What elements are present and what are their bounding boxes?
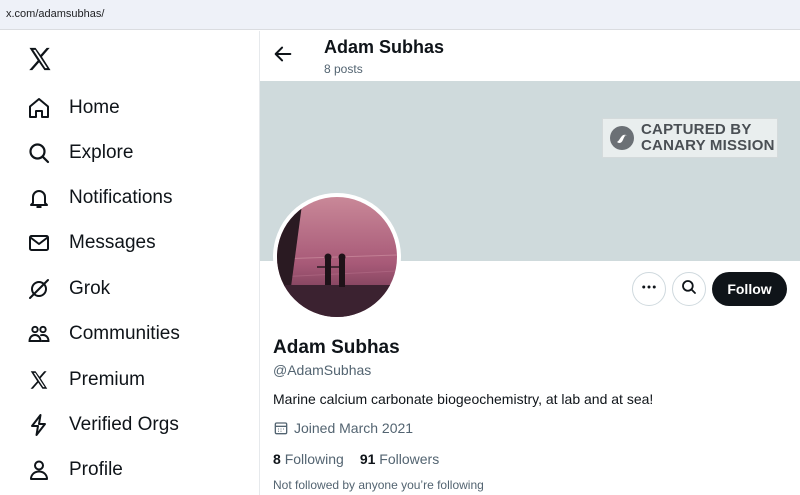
- sidebar-item-label: Messages: [69, 232, 156, 253]
- more-options-button[interactable]: [632, 272, 666, 306]
- communities-icon: [24, 319, 54, 349]
- search-profile-button[interactable]: [672, 272, 706, 306]
- sidebar-item-label: Verified Orgs: [69, 414, 179, 435]
- sidebar-item-communities[interactable]: Communities: [24, 314, 180, 354]
- grok-icon: [24, 274, 54, 304]
- envelope-icon: [24, 228, 54, 258]
- sidebar-item-profile[interactable]: Profile: [24, 450, 123, 490]
- sidebar-item-label: Profile: [69, 459, 123, 480]
- profile-display-name: Adam Subhas: [273, 337, 400, 358]
- sidebar-item-label: Grok: [69, 278, 111, 299]
- header-display-name: Adam Subhas: [324, 37, 445, 57]
- followers-link[interactable]: 91 Followers: [360, 451, 439, 467]
- sidebar-item-verified-orgs[interactable]: Verified Orgs: [24, 405, 179, 445]
- following-label: Following: [284, 451, 344, 467]
- watermark-badge: CAPTURED BY CANARY MISSION: [602, 118, 778, 158]
- watermark-line-1: CAPTURED BY: [641, 121, 752, 138]
- search-icon: [24, 138, 54, 168]
- following-count: 8: [273, 451, 281, 467]
- sidebar-item-label: Explore: [69, 142, 134, 163]
- follow-button[interactable]: Follow: [712, 272, 787, 306]
- following-link[interactable]: 8 Following: [273, 451, 344, 467]
- sidebar-item-label: Notifications: [69, 187, 173, 208]
- mutual-followers-note: Not followed by anyone you’re following: [273, 478, 484, 492]
- url-text[interactable]: x.com/adamsubhas/: [6, 8, 104, 20]
- x-premium-icon: [24, 365, 54, 395]
- calendar-icon: [273, 420, 289, 436]
- sidebar-item-label: Home: [69, 97, 120, 118]
- home-icon: [24, 93, 54, 123]
- ellipsis-icon: [640, 278, 658, 301]
- sidebar-item-notifications[interactable]: Notifications: [24, 178, 173, 218]
- followers-count: 91: [359, 451, 376, 467]
- lightning-icon: [24, 410, 54, 440]
- person-icon: [24, 455, 54, 485]
- sidebar-item-explore[interactable]: Explore: [24, 133, 133, 173]
- back-arrow-icon[interactable]: [272, 43, 296, 67]
- sidebar-item-label: Communities: [69, 323, 180, 344]
- watermark-line-2: CANARY MISSION: [641, 137, 775, 154]
- profile-handle: @AdamSubhas: [273, 362, 372, 378]
- x-logo-icon[interactable]: [26, 45, 54, 73]
- sidebar-item-home[interactable]: Home: [24, 88, 120, 128]
- profile-header: Adam Subhas 8 posts: [260, 31, 800, 81]
- sidebar-item-grok[interactable]: Grok: [24, 269, 110, 309]
- header-post-count: 8 posts: [324, 62, 363, 76]
- bell-icon: [24, 183, 54, 213]
- join-date: Joined March 2021: [273, 420, 413, 436]
- sidebar-item-messages[interactable]: Messages: [24, 223, 156, 263]
- bird-logo-icon: [609, 125, 635, 151]
- join-date-text: Joined March 2021: [294, 420, 414, 436]
- sidebar-item-premium[interactable]: Premium: [24, 360, 145, 400]
- followers-label: Followers: [379, 451, 440, 467]
- profile-column: Adam Subhas 8 posts CAPTURED BY CANARY M…: [260, 31, 800, 495]
- profile-bio: Marine calcium carbonate biogeochemistry…: [273, 391, 654, 407]
- follow-stats: 8 Following 91 Followers: [273, 451, 455, 467]
- sidebar: Home Explore Notifications Messages Grok…: [0, 31, 259, 495]
- browser-address-bar[interactable]: x.com/adamsubhas/: [0, 0, 800, 30]
- search-icon: [680, 278, 698, 301]
- avatar[interactable]: [273, 193, 401, 321]
- sidebar-item-label: Premium: [69, 369, 146, 390]
